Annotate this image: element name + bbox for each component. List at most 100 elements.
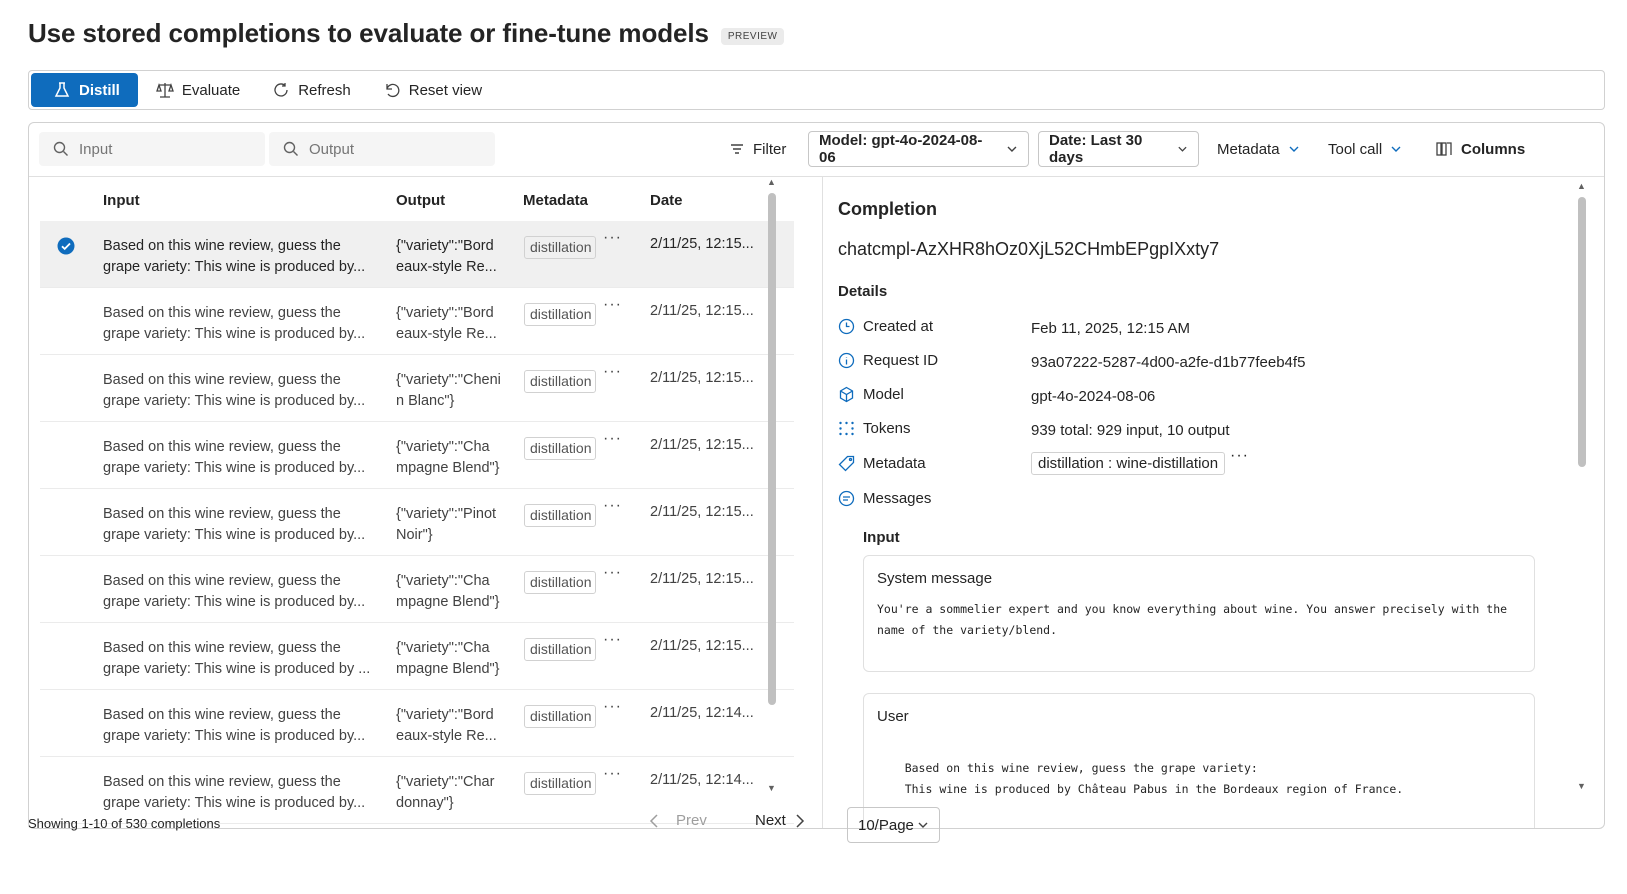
cell-metadata-tag[interactable]: distillation (524, 638, 596, 661)
user-message-card: User Based on this wine review, guess th… (863, 693, 1535, 828)
columns-button[interactable]: Columns (1425, 131, 1535, 167)
system-message-card: System message You're a sommelier expert… (863, 555, 1535, 672)
cell-metadata-tag[interactable]: distillation (524, 303, 596, 326)
table-scrollbar[interactable] (768, 193, 776, 705)
cell-metadata-tag[interactable]: distillation (524, 705, 596, 728)
model-value: gpt-4o-2024-08-06 (1031, 388, 1156, 405)
search-icon (283, 141, 298, 156)
cell-metadata-tag[interactable]: distillation (524, 571, 596, 594)
tag-icon (838, 455, 855, 472)
input-search[interactable] (39, 132, 265, 166)
page-header: Use stored completions to evaluate or fi… (28, 18, 785, 49)
user-message-title: User (877, 708, 909, 725)
cell-output: {"variety":"Cha mpagne Blend"} (396, 573, 500, 610)
table-row[interactable]: Based on this wine review, guess the gra… (40, 355, 794, 422)
filter-bar: Filter Model: gpt-4o-2024-08-06 Date: La… (29, 123, 1604, 177)
cell-input: Based on this wine review, guess the gra… (103, 573, 366, 610)
cell-input: Based on this wine review, guess the gra… (103, 640, 371, 677)
row-more-button[interactable]: ··· (603, 631, 622, 649)
table-row[interactable]: Based on this wine review, guess the gra… (40, 288, 794, 355)
messages-text: Messages (863, 490, 932, 507)
metadata-more-button[interactable]: ··· (1230, 447, 1249, 465)
messages-label: Messages (838, 490, 931, 507)
table-row[interactable]: Based on this wine review, guess the gra… (40, 489, 794, 556)
next-label: Next (755, 812, 786, 829)
next-page-button[interactable]: Next (755, 812, 806, 829)
cell-input: Based on this wine review, guess the gra… (103, 439, 366, 476)
row-more-button[interactable]: ··· (603, 765, 622, 783)
detail-scroll-down-arrow[interactable]: ▼ (1577, 781, 1586, 791)
chevron-left-icon (649, 813, 658, 828)
cell-output: {"variety":"Bord eaux-style Re... (396, 707, 497, 744)
completion-id: chatcmpl-AzXHR8hOz0XjL52CHmbEPgpIXxty7 (838, 239, 1220, 259)
metadata-dropdown[interactable]: Metadata (1207, 131, 1310, 167)
table-row[interactable]: Based on this wine review, guess the gra… (40, 556, 794, 623)
row-more-button[interactable]: ··· (603, 363, 622, 381)
header-input[interactable]: Input (103, 192, 140, 209)
table-row[interactable]: Based on this wine review, guess the gra… (40, 690, 794, 757)
row-more-button[interactable]: ··· (603, 430, 622, 448)
info-icon (838, 352, 855, 369)
cube-icon (839, 386, 854, 403)
chevron-down-icon (1007, 146, 1017, 152)
date-dropdown[interactable]: Date: Last 30 days (1038, 131, 1199, 167)
tokens-label: Tokens (838, 420, 911, 437)
cell-output: {"variety":"Bord eaux-style Re... (396, 305, 497, 342)
header-metadata[interactable]: Metadata (523, 192, 588, 209)
row-more-button[interactable]: ··· (603, 296, 622, 314)
page-size-dropdown[interactable]: 10/Page (847, 807, 940, 843)
cell-metadata-tag[interactable]: distillation (524, 504, 596, 527)
header-output[interactable]: Output (396, 192, 445, 209)
metadata-dropdown-label: Metadata (1217, 140, 1280, 158)
completions-table: Input Output Metadata Date Based on this… (29, 177, 823, 828)
refresh-button[interactable]: Refresh (258, 73, 365, 107)
flask-icon (54, 82, 70, 97)
metadata-tag[interactable]: distillation : wine-distillation (1031, 452, 1226, 475)
row-more-button[interactable]: ··· (603, 698, 622, 716)
output-search-field[interactable] (309, 140, 469, 158)
cell-input: Based on this wine review, guess the gra… (103, 305, 366, 342)
filter-button[interactable]: Filter (719, 131, 796, 167)
cell-output: {"variety":"Cha mpagne Blend"} (396, 439, 500, 476)
cell-metadata-tag[interactable]: distillation (524, 370, 596, 393)
tool-call-dropdown[interactable]: Tool call (1318, 131, 1412, 167)
row-more-button[interactable]: ··· (603, 229, 622, 247)
detail-scrollbar[interactable] (1578, 197, 1586, 467)
evaluate-label: Evaluate (181, 81, 241, 99)
chevron-down-icon (918, 822, 928, 828)
row-more-button[interactable]: ··· (603, 564, 622, 582)
date-dropdown-label: Date: Last 30 days (1049, 132, 1143, 166)
dots-grid-icon (839, 421, 854, 436)
checkmark-circle-icon[interactable] (57, 237, 75, 255)
cell-metadata-tag[interactable]: distillation (524, 772, 596, 795)
cell-output: {"variety":"Cheni n Blanc"} (396, 372, 501, 409)
table-row[interactable]: Based on this wine review, guess the gra… (40, 623, 794, 690)
cell-date: 2/11/25, 12:14... (650, 705, 754, 721)
refresh-label: Refresh (298, 81, 351, 99)
distill-label: Distill (79, 81, 120, 99)
input-heading: Input (863, 529, 900, 546)
evaluate-button[interactable]: Evaluate (142, 73, 254, 107)
cell-input: Based on this wine review, guess the gra… (103, 506, 366, 543)
scroll-up-arrow[interactable]: ▲ (767, 177, 776, 187)
cell-metadata-tag[interactable]: distillation (524, 236, 596, 259)
header-date[interactable]: Date (650, 192, 683, 209)
scroll-down-arrow[interactable]: ▼ (767, 783, 776, 793)
cell-output: {"variety":"Pinot Noir"} (396, 506, 497, 543)
table-row[interactable]: Based on this wine review, guess the gra… (40, 221, 794, 288)
cell-output: {"variety":"Char donnay"} (396, 774, 495, 811)
cell-output: {"variety":"Cha mpagne Blend"} (396, 640, 500, 677)
prev-page-button[interactable]: Prev (648, 812, 707, 829)
reset-view-button[interactable]: Reset view (369, 73, 496, 107)
output-search[interactable] (269, 132, 495, 166)
row-more-button[interactable]: ··· (603, 497, 622, 515)
cell-metadata-tag[interactable]: distillation (524, 437, 596, 460)
input-search-field[interactable] (79, 140, 239, 158)
model-dropdown[interactable]: Model: gpt-4o-2024-08-06 (808, 131, 1029, 167)
search-icon (53, 141, 68, 156)
distill-button[interactable]: Distill (31, 73, 138, 107)
model-text: Model (863, 386, 904, 403)
filter-label: Filter (753, 140, 787, 158)
detail-scroll-up-arrow[interactable]: ▲ (1577, 181, 1586, 191)
table-row[interactable]: Based on this wine review, guess the gra… (40, 422, 794, 489)
